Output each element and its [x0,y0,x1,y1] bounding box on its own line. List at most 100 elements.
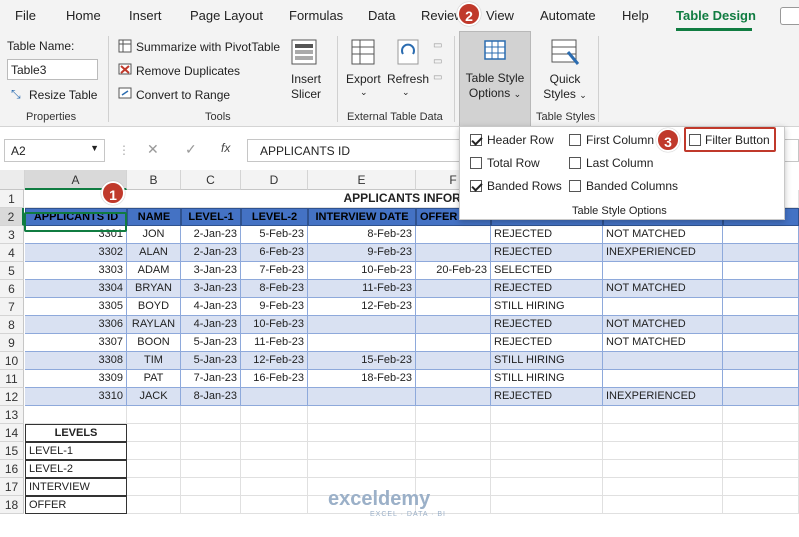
insert-slicer-button[interactable]: Insert Slicer [286,72,326,102]
summarize-pivot-button[interactable]: Summarize with PivotTable [136,40,280,54]
total-row-checkbox[interactable] [470,157,482,169]
table-cell[interactable] [416,316,491,334]
empty-cell[interactable] [603,442,723,460]
table-cell[interactable]: 8-Feb-23 [241,280,308,298]
table-cell[interactable] [723,262,799,280]
banded-rows-checkbox[interactable] [470,180,482,192]
last-column-checkbox[interactable] [569,157,581,169]
table-cell[interactable]: JACK [127,388,181,406]
row-header[interactable]: 6 [0,280,24,298]
empty-cell[interactable] [241,478,308,496]
table-cell[interactable]: BOON [127,334,181,352]
empty-cell[interactable] [416,406,491,424]
empty-cell[interactable] [723,478,799,496]
empty-cell[interactable] [241,496,308,514]
quick-styles-button[interactable]: Quick Styles ⌄ [540,72,590,103]
table-cell[interactable]: 3308 [25,352,127,370]
empty-cell[interactable] [491,460,603,478]
table-header-cell[interactable]: NAME [127,208,181,226]
cancel-icon[interactable]: ✕ [147,141,159,158]
row-header[interactable]: 5 [0,262,24,280]
table-cell[interactable]: 7-Jan-23 [181,370,241,388]
table-cell[interactable] [723,388,799,406]
empty-cell[interactable] [241,442,308,460]
empty-cell[interactable] [127,478,181,496]
empty-cell[interactable] [127,424,181,442]
levels-cell[interactable]: LEVEL-2 [25,460,127,478]
table-cell[interactable]: 3306 [25,316,127,334]
table-cell[interactable]: 20-Feb-23 [416,262,491,280]
remove-duplicates-button[interactable]: Remove Duplicates [136,64,240,78]
table-cell[interactable]: RAYLAN [127,316,181,334]
table-cell[interactable]: 3310 [25,388,127,406]
empty-cell[interactable] [127,496,181,514]
empty-cell[interactable] [308,406,416,424]
table-cell[interactable] [603,352,723,370]
empty-cell[interactable] [127,460,181,478]
table-cell[interactable]: 9-Feb-23 [308,244,416,262]
empty-cell[interactable] [241,406,308,424]
column-header[interactable]: C [181,170,241,190]
empty-cell[interactable] [181,424,241,442]
table-cell[interactable] [723,244,799,262]
table-cell[interactable]: 15-Feb-23 [308,352,416,370]
table-cell[interactable]: ADAM [127,262,181,280]
table-cell[interactable] [416,370,491,388]
table-cell[interactable]: 12-Feb-23 [308,298,416,316]
row-header[interactable]: 14 [0,424,24,442]
table-cell[interactable]: 4-Jan-23 [181,298,241,316]
column-header[interactable]: B [127,170,181,190]
table-cell[interactable] [416,280,491,298]
row-header[interactable]: 4 [0,244,24,262]
select-all-corner[interactable] [0,170,25,190]
table-cell[interactable] [308,334,416,352]
table-cell[interactable] [308,316,416,334]
table-cell[interactable]: STILL HIRING [491,298,603,316]
table-cell[interactable]: 10-Feb-23 [308,262,416,280]
table-cell[interactable] [723,280,799,298]
table-cell[interactable]: 18-Feb-23 [308,370,416,388]
column-header[interactable]: E [308,170,416,190]
table-cell[interactable]: BRYAN [127,280,181,298]
empty-cell[interactable] [723,442,799,460]
tab-help[interactable]: Help [622,8,649,23]
first-column-checkbox[interactable] [569,134,581,146]
table-cell[interactable]: 6-Feb-23 [241,244,308,262]
resize-table-button[interactable]: Resize Table [29,88,97,102]
empty-cell[interactable] [491,424,603,442]
comments-button[interactable] [780,7,799,25]
export-button[interactable]: Export [346,72,381,86]
empty-cell[interactable] [723,424,799,442]
table-cell[interactable] [723,298,799,316]
table-cell[interactable]: REJECTED [491,280,603,298]
empty-cell[interactable] [603,406,723,424]
empty-cell[interactable] [491,406,603,424]
row-header[interactable]: 13 [0,406,24,424]
table-cell[interactable]: 2-Jan-23 [181,226,241,244]
tab-view[interactable]: View [486,8,514,23]
empty-cell[interactable] [308,424,416,442]
banded-rows-label[interactable]: Banded Rows [487,179,562,193]
table-cell[interactable]: 5-Feb-23 [241,226,308,244]
empty-cell[interactable] [241,424,308,442]
header-row-checkbox[interactable] [470,134,482,146]
table-cell[interactable] [416,334,491,352]
tab-table-design[interactable]: Table Design [676,8,756,23]
chevron-down-icon[interactable]: ▼ [90,143,99,153]
table-cell[interactable]: PAT [127,370,181,388]
table-cell[interactable] [723,370,799,388]
empty-cell[interactable] [127,442,181,460]
empty-cell[interactable] [723,406,799,424]
empty-cell[interactable] [416,460,491,478]
row-header[interactable]: 11 [0,370,24,388]
table-cell[interactable]: 3305 [25,298,127,316]
empty-cell[interactable] [491,496,603,514]
empty-cell[interactable] [723,496,799,514]
empty-cell[interactable] [25,406,127,424]
empty-cell[interactable] [491,478,603,496]
table-cell[interactable] [416,226,491,244]
table-header-cell[interactable]: LEVEL-2 [241,208,308,226]
table-cell[interactable]: REJECTED [491,244,603,262]
table-cell[interactable]: REJECTED [491,334,603,352]
empty-cell[interactable] [181,460,241,478]
